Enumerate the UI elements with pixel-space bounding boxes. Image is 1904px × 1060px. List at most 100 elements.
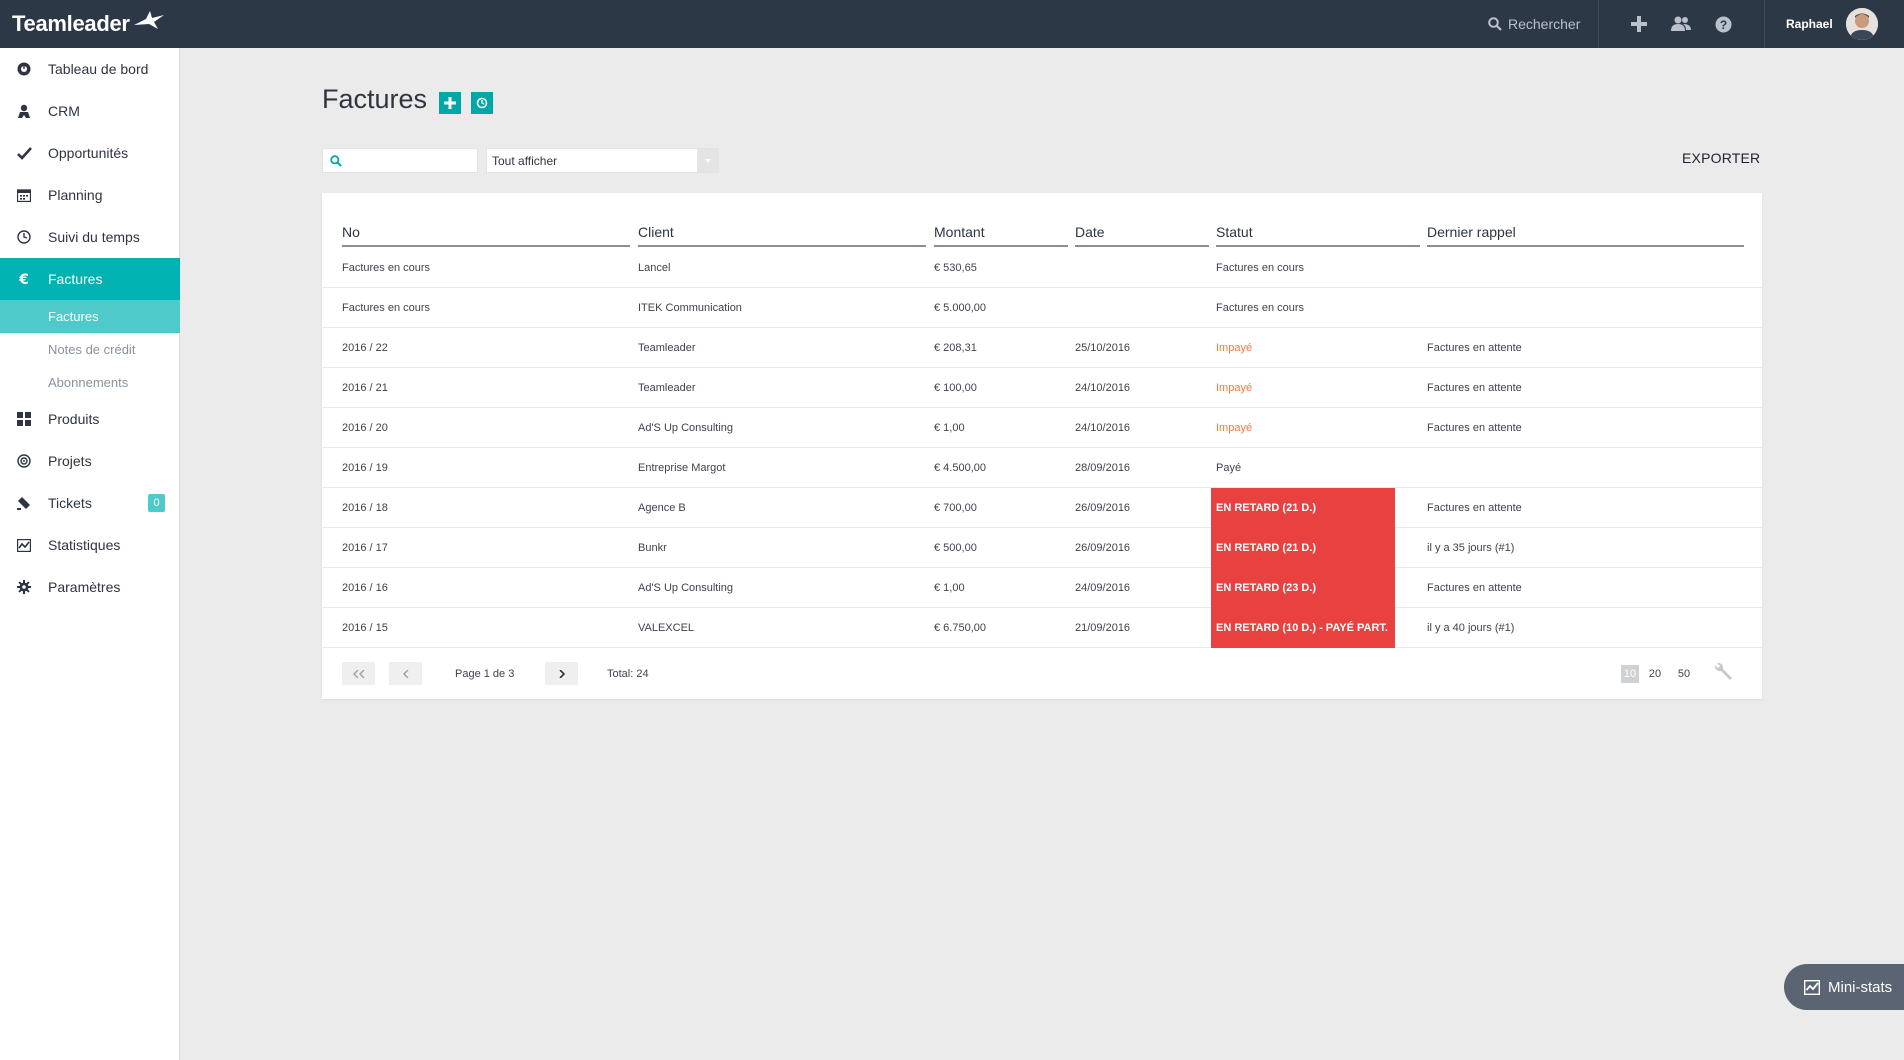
cell-dernier-rappel: Factures en attente bbox=[1427, 582, 1522, 594]
invoice-search[interactable] bbox=[322, 148, 478, 173]
table-row[interactable]: 2016 / 17 Bunkr € 500,00 26/09/2016 EN RETAR… bbox=[322, 528, 1762, 568]
column-header-no[interactable]: No bbox=[342, 193, 630, 247]
sidebar-item-parametres[interactable]: Paramètres bbox=[0, 566, 180, 608]
cell-no: 2016 / 21 bbox=[342, 382, 388, 394]
cell-date bbox=[1075, 248, 1209, 288]
column-header-statut[interactable]: Statut bbox=[1216, 193, 1420, 247]
avatar[interactable] bbox=[1846, 8, 1878, 40]
sidebar-item-crm[interactable]: CRM bbox=[0, 90, 180, 132]
sidebar-item-label: Suivi du temps bbox=[48, 229, 140, 245]
cell-no: Factures en cours bbox=[342, 262, 431, 274]
search-input[interactable] bbox=[351, 152, 471, 169]
sidebar-item-label: Paramètres bbox=[48, 579, 121, 595]
sidebar-item-suivi-du-temps[interactable]: Suivi du temps bbox=[0, 216, 180, 258]
cell-dernier-rappel bbox=[1427, 288, 1744, 328]
per-page-option-20[interactable]: 20 bbox=[1646, 662, 1664, 685]
sidebar-subitem-abonnements[interactable]: Abonnements bbox=[0, 366, 180, 399]
cell-dernier-rappel: Factures en attente bbox=[1427, 382, 1522, 394]
table-row[interactable]: 2016 / 16 Ad'S Up Consulting € 1,00 24/09/2… bbox=[322, 568, 1762, 608]
cell-montant: € 530,65 bbox=[934, 262, 977, 274]
clock-icon bbox=[16, 229, 32, 245]
per-page-option-50[interactable]: 50 bbox=[1675, 662, 1693, 685]
sidebar-item-projets[interactable]: Projets bbox=[0, 440, 180, 482]
users-icon[interactable] bbox=[1669, 12, 1693, 36]
cell-date: 24/09/2016 bbox=[1075, 582, 1131, 594]
chevron-down-icon[interactable] bbox=[697, 149, 718, 172]
next-page-button[interactable] bbox=[545, 662, 578, 685]
column-header-dernier-rappel[interactable]: Dernier rappel bbox=[1427, 193, 1744, 247]
plus-icon[interactable] bbox=[1627, 12, 1651, 36]
cell-montant: € 100,00 bbox=[934, 382, 977, 394]
recurring-invoice-button[interactable] bbox=[471, 92, 493, 114]
cell-statut: EN RETARD (23 D.) bbox=[1211, 568, 1395, 608]
sidebar-subitem-notes-de-credit[interactable]: Notes de crédit bbox=[0, 333, 180, 366]
check-icon bbox=[16, 145, 32, 161]
column-header-client[interactable]: Client bbox=[638, 193, 926, 247]
cell-statut: Impayé bbox=[1216, 382, 1253, 394]
cell-no: 2016 / 16 bbox=[342, 582, 388, 594]
plus-icon bbox=[444, 97, 456, 109]
table-row[interactable]: 2016 / 22 Teamleader € 208,31 25/10/2016 Imp… bbox=[322, 328, 1762, 368]
column-header-montant[interactable]: Montant bbox=[934, 193, 1068, 247]
status-filter-value: Tout afficher bbox=[492, 153, 558, 168]
cell-statut: EN RETARD (10 D.) - PAYÉ PART. bbox=[1211, 608, 1395, 648]
sidebar-item-label: Opportunités bbox=[48, 145, 129, 161]
per-page-option-10[interactable]: 10 bbox=[1621, 665, 1639, 683]
column-header-label: Montant bbox=[934, 224, 985, 240]
gear-icon bbox=[16, 579, 32, 595]
cell-no: Factures en cours bbox=[342, 302, 431, 314]
user-name[interactable]: Raphael bbox=[1786, 0, 1833, 48]
cell-dernier-rappel bbox=[1427, 448, 1744, 488]
cell-montant: € 6.750,00 bbox=[934, 622, 986, 634]
cell-dernier-rappel: il y a 35 jours (#1) bbox=[1427, 542, 1515, 554]
table-row[interactable]: Factures en cours ITEK Communication € 5.0… bbox=[322, 288, 1762, 328]
target-icon bbox=[16, 453, 32, 469]
sidebar-item-label: Projets bbox=[48, 453, 92, 469]
sidebar-item-tickets[interactable]: Tickets 0 bbox=[0, 482, 180, 524]
refresh-icon bbox=[476, 97, 488, 109]
table-row[interactable]: 2016 / 15 VALEXCEL € 6.750,00 21/09/2016 EN … bbox=[322, 608, 1762, 648]
table-row[interactable]: Factures en cours Lancel € 530,65 Factures … bbox=[322, 248, 1762, 288]
search-icon bbox=[1488, 17, 1502, 31]
help-icon[interactable]: ? bbox=[1711, 12, 1735, 36]
double-chevron-left-icon bbox=[352, 669, 364, 678]
cell-statut: Factures en cours bbox=[1216, 302, 1305, 314]
sidebar-item-statistiques[interactable]: Statistiques bbox=[0, 524, 180, 566]
table-row[interactable]: 2016 / 21 Teamleader € 100,00 24/10/2016 Imp… bbox=[322, 368, 1762, 408]
top-bar: Teamleader Rechercher ? Raphael bbox=[0, 0, 1904, 48]
table-row[interactable]: 2016 / 18 Agence B € 700,00 26/09/2016 EN RE… bbox=[322, 488, 1762, 528]
mini-stats-button[interactable]: Mini-stats bbox=[1784, 964, 1904, 1010]
cell-client: ITEK Communication bbox=[638, 302, 742, 314]
column-header-date[interactable]: Date bbox=[1075, 193, 1209, 247]
app-logo[interactable]: Teamleader bbox=[12, 6, 166, 42]
cell-montant: € 208,31 bbox=[934, 342, 977, 354]
table-row[interactable]: 2016 / 20 Ad'S Up Consulting € 1,00 24/10/2… bbox=[322, 408, 1762, 448]
cell-client: Ad'S Up Consulting bbox=[638, 582, 734, 594]
sidebar-item-label: Factures bbox=[48, 271, 103, 287]
column-header-label: No bbox=[342, 224, 360, 240]
cell-no: 2016 / 22 bbox=[342, 342, 388, 354]
search-icon bbox=[330, 155, 342, 167]
sidebar-subitem-factures[interactable]: Factures bbox=[0, 300, 180, 333]
cell-montant: € 4.500,00 bbox=[934, 462, 986, 474]
sidebar-item-opportunites[interactable]: Opportunités bbox=[0, 132, 180, 174]
cell-montant: € 1,00 bbox=[934, 582, 965, 594]
total-count: Total: 24 bbox=[607, 667, 649, 680]
tickets-count-badge: 0 bbox=[148, 494, 165, 512]
sidebar-item-produits[interactable]: Produits bbox=[0, 398, 180, 440]
cell-client: Entreprise Margot bbox=[638, 462, 726, 474]
cell-statut: Payé bbox=[1216, 462, 1242, 474]
status-filter-select[interactable]: Tout afficher bbox=[486, 148, 719, 173]
sidebar-item-tableau-de-bord[interactable]: Tableau de bord bbox=[0, 48, 180, 90]
cell-dernier-rappel: Factures en attente bbox=[1427, 342, 1522, 354]
first-page-button[interactable] bbox=[342, 662, 375, 685]
column-header-label: Date bbox=[1075, 224, 1105, 240]
wrench-icon[interactable] bbox=[1712, 661, 1734, 688]
export-button[interactable]: EXPORTER bbox=[1682, 150, 1760, 166]
sidebar-item-planning[interactable]: Planning bbox=[0, 174, 180, 216]
previous-page-button[interactable] bbox=[389, 662, 422, 685]
table-row[interactable]: 2016 / 19 Entreprise Margot € 4.500,00 28/0… bbox=[322, 448, 1762, 488]
sidebar-item-factures[interactable]: € Factures bbox=[0, 258, 180, 300]
global-search[interactable]: Rechercher bbox=[1488, 0, 1580, 48]
add-invoice-button[interactable] bbox=[439, 92, 461, 114]
